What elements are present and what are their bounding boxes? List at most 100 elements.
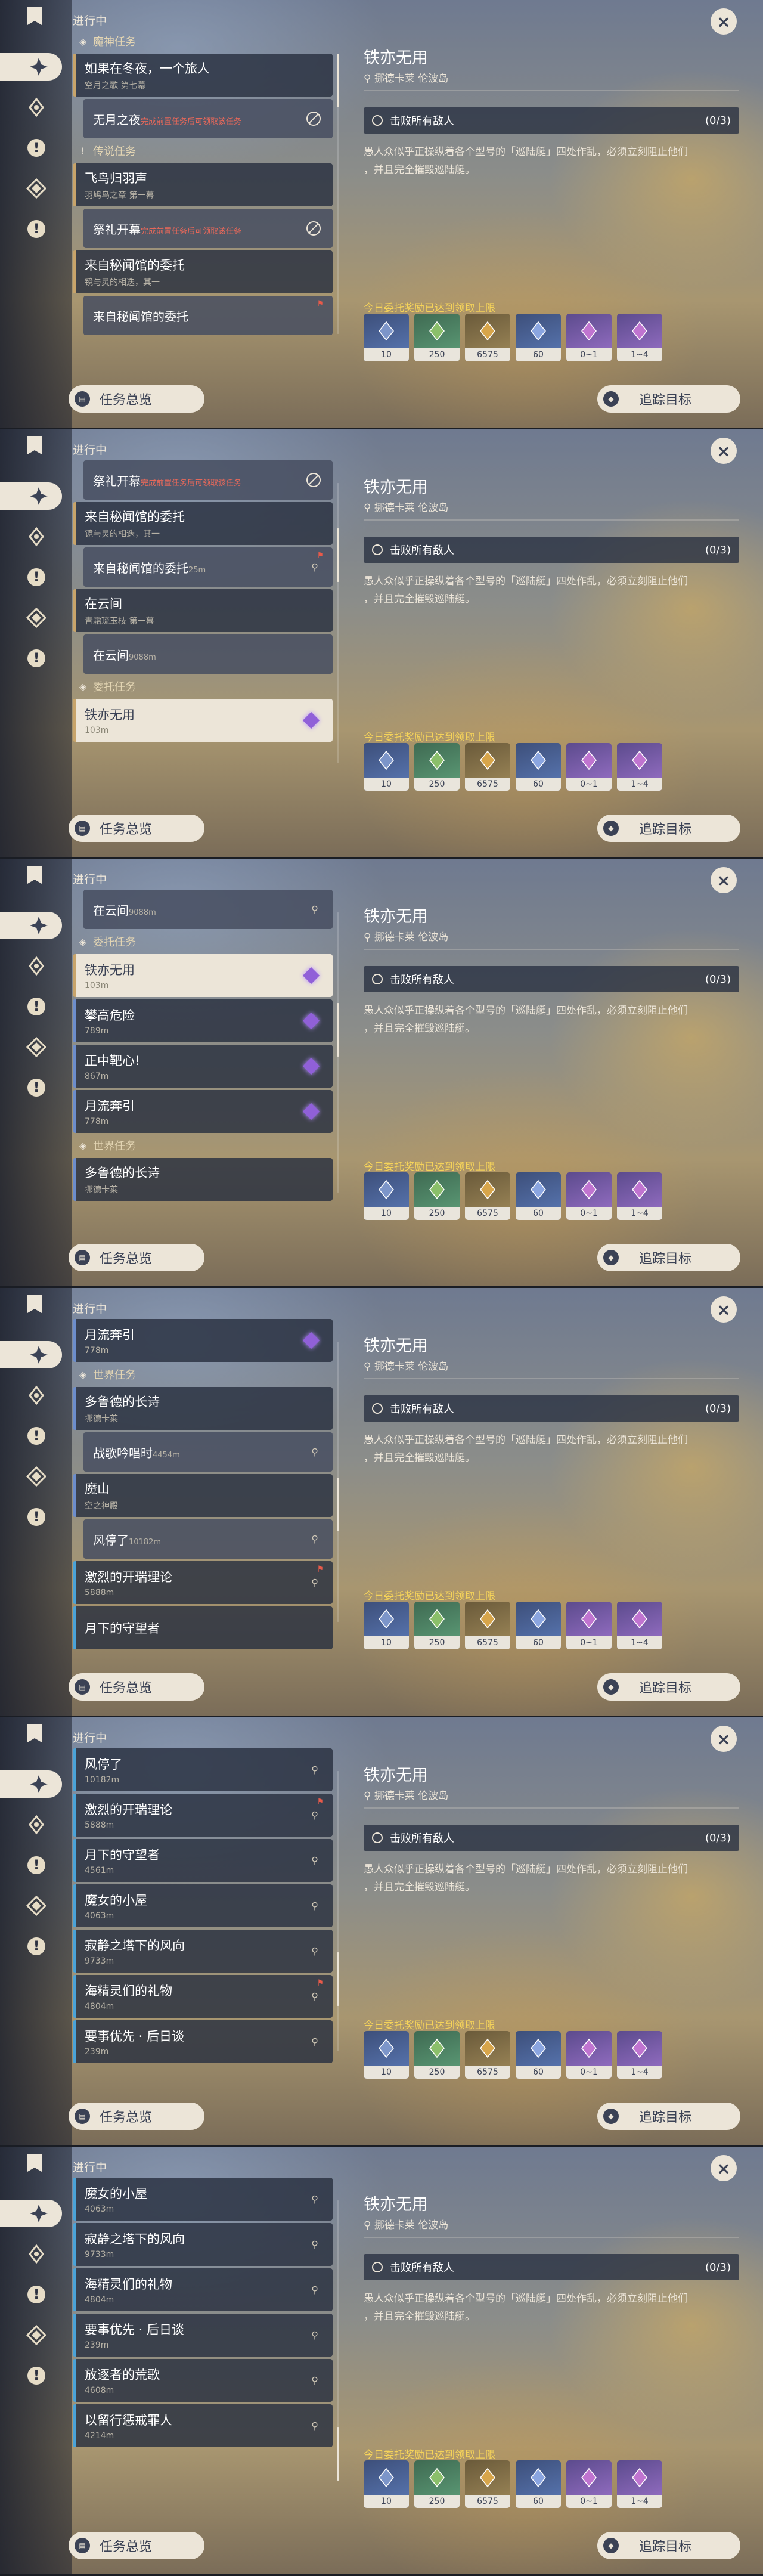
- quest-item[interactable]: 魔山 空之神殿: [73, 1474, 333, 1517]
- hangout-quest-filter-icon[interactable]: !: [23, 215, 50, 243]
- navigate-icon[interactable]: ⚲: [311, 1855, 318, 1866]
- sub-quest-item[interactable]: 战歌吟唱时4454m ⚲: [83, 1432, 333, 1472]
- quest-item[interactable]: 海精灵们的礼物 4804m ⚲: [73, 2268, 333, 2311]
- track-objective-button[interactable]: ◆ 追踪目标: [597, 2532, 740, 2559]
- reward-item[interactable]: 10: [364, 2031, 409, 2079]
- quest-overview-button[interactable]: ▤ 任务总览: [69, 2103, 204, 2130]
- scrollbar-thumb[interactable]: [337, 1478, 339, 1531]
- quest-item[interactable]: 多鲁德的长诗 挪德卡莱: [73, 1158, 333, 1201]
- world-quest-filter-icon[interactable]: [23, 1892, 50, 1919]
- sub-quest-item[interactable]: 在云间9088m ⚲: [83, 890, 333, 929]
- navigate-icon[interactable]: ⚲: [311, 1534, 318, 1545]
- navigate-icon[interactable]: ⚲: [311, 1991, 318, 2002]
- reward-item[interactable]: 6575: [465, 314, 510, 361]
- navigate-icon[interactable]: ⚲: [311, 1764, 318, 1776]
- navigate-icon[interactable]: ⚲: [311, 2420, 318, 2432]
- quest-item[interactable]: 要事优先 · 后日谈 239m ⚲: [73, 2314, 333, 2357]
- quest-item[interactable]: 铁亦无用 103m: [73, 954, 333, 997]
- quest-item[interactable]: 来自秘闻馆的委托 镜与灵的相迭，其一: [73, 250, 333, 293]
- track-objective-button[interactable]: ◆ 追踪目标: [597, 385, 740, 413]
- close-button[interactable]: ×: [711, 867, 737, 893]
- sub-quest-item[interactable]: 祭礼开幕完成前置任务后可领取该任务: [83, 460, 333, 500]
- quest-item[interactable]: 月下的守望者 4561m ⚲: [73, 1839, 333, 1882]
- navigate-icon[interactable]: ⚲: [311, 2284, 318, 2296]
- reward-item[interactable]: 1~4: [617, 314, 662, 361]
- reward-item[interactable]: 6575: [465, 743, 510, 791]
- reward-item[interactable]: 10: [364, 743, 409, 791]
- quest-list-scrollbar[interactable]: [337, 483, 339, 763]
- reward-item[interactable]: 1~4: [617, 2031, 662, 2079]
- quest-item[interactable]: 如果在冬夜，一个旅人 空月之歌 第七幕: [73, 54, 333, 97]
- navigate-icon[interactable]: ⚲: [311, 562, 318, 573]
- reward-item[interactable]: 250: [414, 2460, 460, 2508]
- quest-overview-button[interactable]: ▤ 任务总览: [69, 1244, 204, 1271]
- close-button[interactable]: ×: [711, 8, 737, 35]
- quest-overview-button[interactable]: ▤ 任务总览: [69, 815, 204, 842]
- archon-quest-filter-icon[interactable]: [23, 1811, 50, 1838]
- legend-quest-filter-icon[interactable]: !: [23, 564, 50, 591]
- reward-item[interactable]: 10: [364, 2460, 409, 2508]
- reward-item[interactable]: 60: [516, 1602, 561, 1649]
- reward-item[interactable]: 250: [414, 314, 460, 361]
- reward-item[interactable]: 10: [364, 1602, 409, 1649]
- track-objective-button[interactable]: ◆ 追踪目标: [597, 2103, 740, 2130]
- reward-item[interactable]: 10: [364, 314, 409, 361]
- quest-item[interactable]: 海精灵们的礼物 4804m ⚲ ⚑: [73, 1975, 333, 2018]
- sub-quest-item[interactable]: 风停了10182m ⚲: [83, 1519, 333, 1559]
- navigate-icon[interactable]: ⚲: [311, 1946, 318, 1957]
- navigate-icon[interactable]: ⚲: [311, 904, 318, 915]
- quest-item[interactable]: 放逐者的荒歌 4608m ⚲: [73, 2359, 333, 2402]
- close-button[interactable]: ×: [711, 438, 737, 464]
- navigate-icon[interactable]: ⚲: [311, 1810, 318, 1821]
- quest-item[interactable]: 月下的守望者: [73, 1606, 333, 1649]
- reward-item[interactable]: 6575: [465, 1172, 510, 1220]
- reward-item[interactable]: 1~4: [617, 1172, 662, 1220]
- legend-quest-filter-icon[interactable]: !: [23, 134, 50, 162]
- hangout-quest-filter-icon[interactable]: !: [23, 2362, 50, 2389]
- archon-quest-filter-icon[interactable]: [23, 952, 50, 980]
- navigate-icon[interactable]: ⚲: [311, 2330, 318, 2341]
- track-objective-button[interactable]: ◆ 追踪目标: [597, 1244, 740, 1271]
- reward-item[interactable]: 250: [414, 2031, 460, 2079]
- quest-item[interactable]: 魔女的小屋 4063m ⚲: [73, 1884, 333, 1927]
- reward-item[interactable]: 0~1: [566, 1602, 612, 1649]
- navigate-icon[interactable]: ⚲: [311, 1447, 318, 1458]
- reward-item[interactable]: 6575: [465, 1602, 510, 1649]
- quest-list-scrollbar[interactable]: [337, 54, 339, 334]
- quest-list-scrollbar[interactable]: [337, 1342, 339, 1622]
- legend-quest-filter-icon[interactable]: !: [23, 1422, 50, 1450]
- quest-overview-button[interactable]: ▤ 任务总览: [69, 1673, 204, 1701]
- quest-item[interactable]: 飞鸟归羽声 羽鸠鸟之章 第一幕: [73, 163, 333, 206]
- reward-item[interactable]: 60: [516, 2460, 561, 2508]
- quest-item[interactable]: 寂静之塔下的风向 9733m ⚲: [73, 2223, 333, 2266]
- scrollbar-thumb[interactable]: [337, 2427, 339, 2481]
- quest-list-scrollbar[interactable]: [337, 1771, 339, 2051]
- close-button[interactable]: ×: [711, 1726, 737, 1752]
- reward-item[interactable]: 60: [516, 314, 561, 361]
- hangout-quest-filter-icon[interactable]: !: [23, 645, 50, 672]
- quest-list-scrollbar[interactable]: [337, 912, 339, 1193]
- reward-item[interactable]: 1~4: [617, 1602, 662, 1649]
- quest-overview-button[interactable]: ▤ 任务总览: [69, 385, 204, 413]
- compass-icon[interactable]: [0, 53, 62, 80]
- quest-item[interactable]: 多鲁德的长诗 挪德卡莱: [73, 1387, 333, 1430]
- navigate-icon[interactable]: ⚲: [311, 1900, 318, 1912]
- archon-quest-filter-icon[interactable]: [23, 2240, 50, 2268]
- reward-item[interactable]: 1~4: [617, 743, 662, 791]
- world-quest-filter-icon[interactable]: [23, 175, 50, 202]
- sub-quest-item[interactable]: 无月之夜完成前置任务后可领取该任务: [83, 99, 333, 138]
- reward-item[interactable]: 6575: [465, 2460, 510, 2508]
- navigate-icon[interactable]: ⚲: [311, 2036, 318, 2048]
- reward-item[interactable]: 0~1: [566, 2031, 612, 2079]
- hangout-quest-filter-icon[interactable]: !: [23, 1933, 50, 1960]
- scrollbar-thumb[interactable]: [337, 54, 339, 107]
- legend-quest-filter-icon[interactable]: !: [23, 993, 50, 1020]
- quest-item[interactable]: 寂静之塔下的风向 9733m ⚲: [73, 1930, 333, 1973]
- track-objective-button[interactable]: ◆ 追踪目标: [597, 1673, 740, 1701]
- quest-item[interactable]: 要事优先 · 后日谈 239m ⚲: [73, 2020, 333, 2063]
- sub-quest-item[interactable]: 祭礼开幕完成前置任务后可领取该任务: [83, 209, 333, 248]
- quest-item[interactable]: 激烈的开瑞理论 5888m ⚲ ⚑: [73, 1561, 333, 1604]
- quest-item[interactable]: 以留行惩戒罪人 4214m ⚲: [73, 2404, 333, 2447]
- quest-item[interactable]: 攀高危险 789m: [73, 999, 333, 1042]
- reward-item[interactable]: 250: [414, 743, 460, 791]
